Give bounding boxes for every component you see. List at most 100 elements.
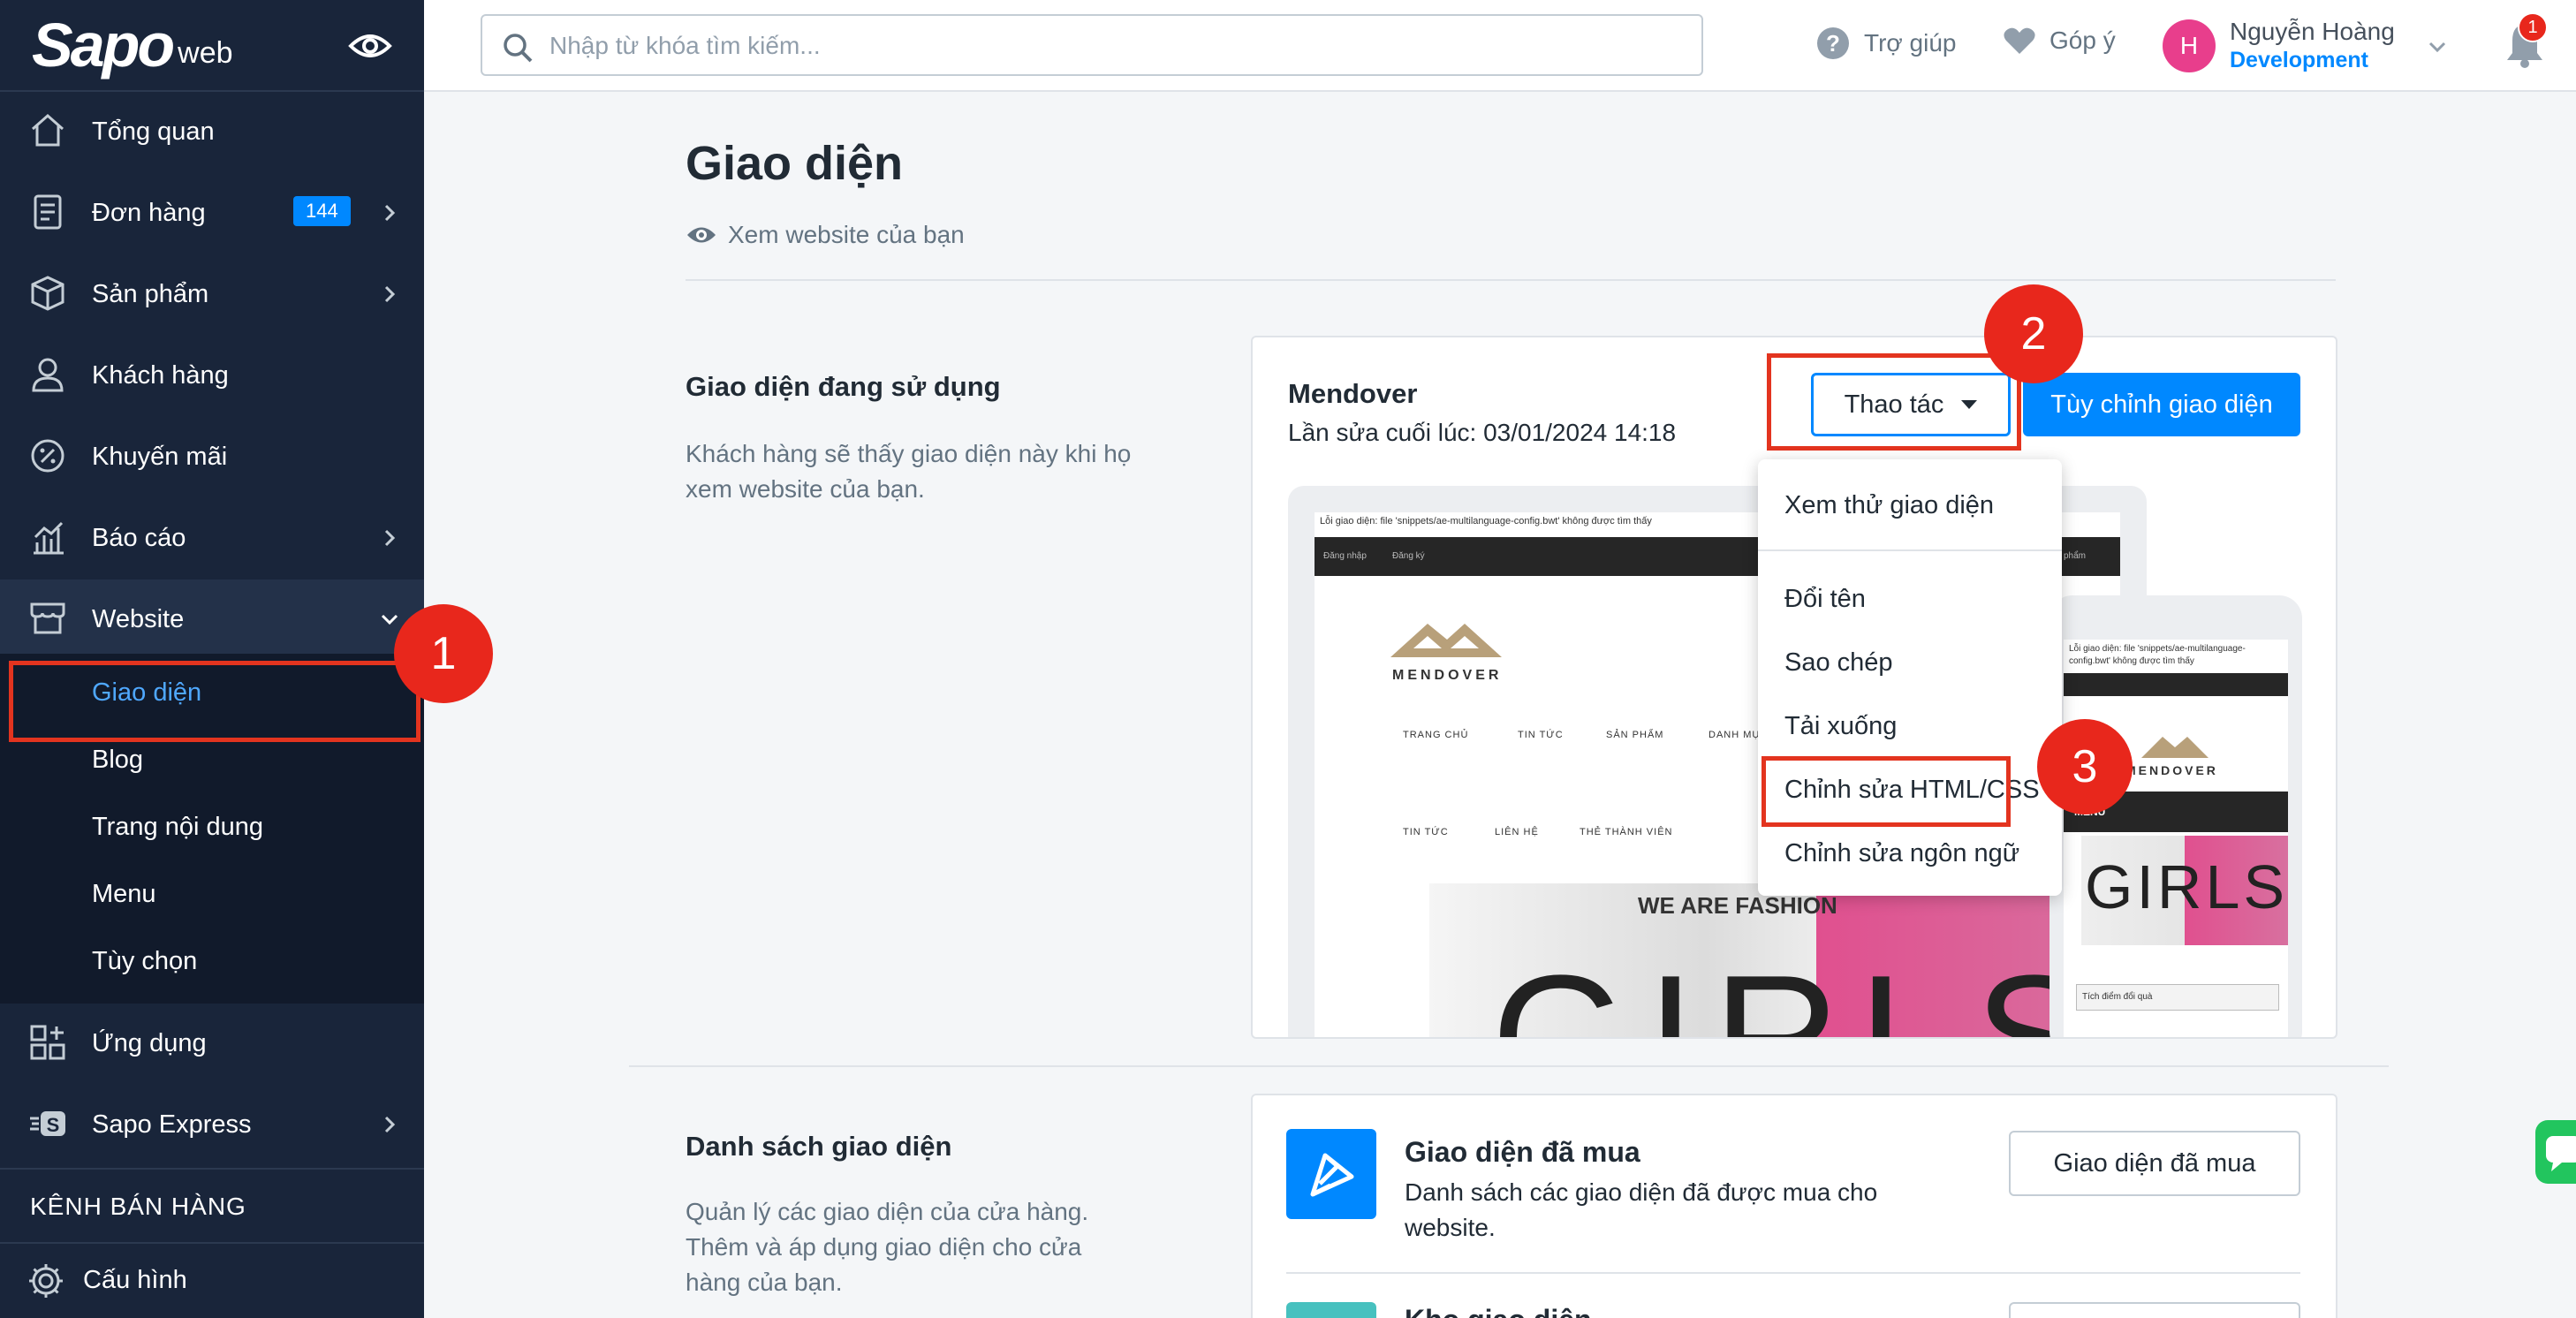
row-divider	[1286, 1272, 2300, 1274]
search-input[interactable]	[549, 25, 1680, 67]
menu-item-rename[interactable]: Đổi tên	[1784, 585, 1866, 614]
submenu-item-pages[interactable]: Trang nội dung	[92, 813, 263, 842]
chat-icon[interactable]	[2535, 1120, 2576, 1184]
mobile-logo-text: MENDOVER	[2125, 763, 2218, 777]
svg-text:?: ?	[1826, 30, 1840, 57]
sidebar-item-customers[interactable]: Khách hàng	[0, 336, 424, 415]
theme-actions-dropdown: Xem thử giao diện Đổi tên Sao chép Tải x…	[1758, 459, 2062, 896]
view-website-link[interactable]: Xem website của bạn	[686, 221, 965, 249]
step-2-marker: 2	[1984, 284, 2083, 383]
step-3-marker: 3	[2037, 719, 2133, 814]
purchased-themes-icon	[1286, 1129, 1376, 1219]
gear-icon	[27, 1261, 65, 1300]
home-icon	[28, 111, 67, 150]
menu-item-preview-theme[interactable]: Xem thử giao diện	[1784, 491, 1994, 520]
preview-nav: TRANG CHỦ	[1403, 730, 1469, 740]
sidebar-item-apps[interactable]: Ứng dụng	[0, 1004, 424, 1083]
current-theme-title: Giao diện đang sử dụng	[686, 371, 1001, 402]
preview-nav: THẺ THÀNH VIÊN	[1580, 827, 1673, 837]
preview-side-text: phẩm	[2064, 551, 2087, 561]
chevron-right-icon	[378, 1113, 401, 1136]
mendover-logo-icon	[1390, 624, 1502, 657]
mobile-banner-big: GIRLS	[2085, 852, 2288, 921]
preview-logo-text: MENDOVER	[1392, 668, 1503, 683]
sidebar-item-orders[interactable]: Đơn hàng 144	[0, 173, 424, 253]
step-2-highlight	[1767, 353, 2021, 451]
order-icon	[28, 193, 67, 231]
mobile-top-bar	[2064, 673, 2288, 696]
view-store-eye-icon[interactable]	[348, 30, 392, 62]
preview-nav: TIN TỨC	[1403, 827, 1449, 837]
apps-icon	[28, 1023, 67, 1062]
feedback-label: Góp ý	[2049, 27, 2116, 54]
help-link[interactable]: ? Trợ giúp	[1816, 27, 1956, 60]
sidebar: Sapo web Tổng quan Đơn hàng 144 Sản phẩm…	[0, 0, 424, 1318]
sapo-logo[interactable]: Sapo web	[32, 14, 233, 76]
preview-nav: TIN TỨC	[1518, 730, 1564, 740]
feedback-link[interactable]: Góp ý	[2004, 27, 2116, 55]
user-name[interactable]: Nguyễn Hoàng	[2230, 18, 2395, 46]
mobile-error-text: Lỗi giao diện: file 'snippets/ae-multila…	[2069, 644, 2246, 666]
customize-theme-button[interactable]: Tùy chỉnh giao diện	[2023, 373, 2300, 436]
section-divider	[629, 1065, 2389, 1067]
heart-icon	[2004, 27, 2035, 54]
sidebar-item-settings[interactable]: Cấu hình	[0, 1242, 424, 1318]
sidebar-item-label: Sản phẩm	[92, 279, 209, 308]
mobile-footer-text: Tích điểm đổi quà	[2082, 992, 2153, 1002]
box-icon	[28, 274, 67, 313]
chevron-right-icon	[378, 526, 401, 549]
view-website-label: Xem website của bạn	[728, 221, 965, 248]
header-divider	[686, 279, 2336, 281]
sidebar-item-label: Cấu hình	[83, 1265, 187, 1294]
sidebar-item-overview[interactable]: Tổng quan	[0, 92, 424, 171]
avatar[interactable]: H	[2163, 19, 2216, 72]
chevron-down-icon	[378, 608, 401, 631]
svg-text:S: S	[47, 1114, 60, 1136]
purchased-themes-desc: Danh sách các giao diện đã được mua cho …	[1405, 1178, 1878, 1241]
sidebar-item-label: Sapo Express	[92, 1110, 252, 1139]
eye-icon	[687, 227, 716, 243]
logo-sub: web	[178, 36, 233, 70]
help-label: Trợ giúp	[1864, 29, 1957, 57]
submenu-item-blog[interactable]: Blog	[92, 746, 143, 775]
sidebar-item-label: Khách hàng	[92, 360, 229, 390]
mobile-footer-box: Tích điểm đổi quà	[2076, 984, 2279, 1011]
sidebar-item-website[interactable]: Website	[0, 579, 424, 659]
sidebar-item-products[interactable]: Sản phẩm	[0, 254, 424, 334]
discount-icon	[28, 436, 67, 475]
menu-item-duplicate[interactable]: Sao chép	[1784, 648, 1893, 678]
sidebar-item-label: Báo cáo	[92, 523, 186, 552]
chevron-right-icon	[378, 201, 401, 224]
preview-login: Đăng nhập	[1323, 551, 1367, 561]
theme-store-title: Kho giao diện	[1405, 1304, 1592, 1318]
user-role: Development	[2230, 48, 2368, 72]
theme-store-icon	[1286, 1302, 1376, 1318]
mobile-preview: Lỗi giao diện: file 'snippets/ae-multila…	[2049, 595, 2302, 1037]
logo-main: Sapo	[32, 11, 175, 80]
store-icon	[28, 599, 67, 638]
preview-nav: LIÊN HỆ	[1495, 827, 1539, 837]
menu-item-edit-language[interactable]: Chỉnh sửa ngôn ngữ	[1784, 839, 2019, 868]
purchased-themes-title: Giao diện đã mua	[1405, 1136, 1640, 1168]
step-1-highlight	[9, 661, 420, 742]
chevron-down-icon[interactable]	[2426, 35, 2449, 58]
search-icon	[504, 34, 533, 63]
theme-list-desc: Quản lý các giao diện của cửa hàng. Thêm…	[686, 1198, 1089, 1296]
menu-item-download[interactable]: Tải xuống	[1784, 712, 1897, 741]
sidebar-item-reports[interactable]: Báo cáo	[0, 498, 424, 578]
order-count-badge: 144	[293, 196, 351, 226]
sidebar-item-sapo-express[interactable]: S Sapo Express	[0, 1085, 424, 1164]
purchased-themes-button[interactable]: Giao diện đã mua	[2009, 1131, 2300, 1196]
submenu-item-menu[interactable]: Menu	[92, 880, 156, 909]
sidebar-item-promotions[interactable]: Khuyến mãi	[0, 417, 424, 496]
help-icon: ?	[1817, 27, 1849, 59]
submenu-item-options[interactable]: Tùy chọn	[92, 947, 197, 976]
menu-separator	[1758, 549, 2062, 551]
top-bar: ? Trợ giúp Góp ý H Nguyễn Hoàng Developm…	[424, 0, 2576, 92]
preview-banner-text: WE ARE FASHION	[1638, 892, 1837, 919]
search-box[interactable]	[481, 14, 1703, 76]
chevron-right-icon	[378, 283, 401, 306]
theme-store-button[interactable]	[2009, 1302, 2300, 1318]
preview-error-text: Lỗi giao diện: file 'snippets/ae-multila…	[1320, 516, 1652, 526]
sidebar-item-label: Tổng quan	[92, 117, 215, 146]
